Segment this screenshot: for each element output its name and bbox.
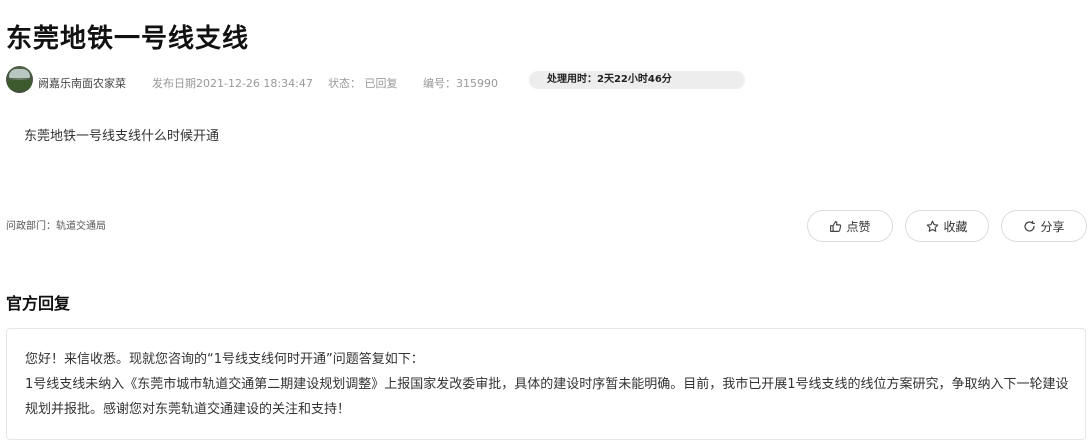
reply-greeting: 您好！来信收悉。现就您咨询的“1号线支线何时开通”问题答复如下： bbox=[25, 352, 424, 367]
share-icon bbox=[1024, 220, 1036, 232]
star-icon bbox=[927, 220, 939, 232]
favorite-button[interactable]: 收藏 bbox=[905, 210, 989, 242]
reply-body: 1号线支线未纳入《东莞市城市轨道交通第二期建设规划调整》上报国家发改委审批，具体… bbox=[25, 377, 1069, 417]
page-title: 东莞地铁一号线支线 bbox=[6, 24, 250, 54]
author-name[interactable]: 阙嘉乐南面农家菜 bbox=[38, 75, 126, 91]
avatar[interactable] bbox=[6, 66, 33, 93]
favorite-label: 收藏 bbox=[943, 219, 968, 234]
post-number: 编号：315990 bbox=[423, 77, 498, 90]
share-button[interactable]: 分享 bbox=[1001, 210, 1087, 242]
action-bar: 点赞 收藏 分享 bbox=[807, 210, 1087, 242]
post-meta: 阙嘉乐南面农家菜 发布日期2021-12-26 18:34:47 状态： 已回复… bbox=[6, 66, 766, 94]
like-button[interactable]: 点赞 bbox=[807, 210, 893, 242]
department-label: 问政部门：轨道交通局 bbox=[6, 221, 106, 232]
official-reply-heading: 官方回复 bbox=[6, 294, 71, 313]
status-text: 状态： 已回复 bbox=[328, 77, 398, 90]
thumbs-up-icon bbox=[830, 220, 842, 232]
share-label: 分享 bbox=[1040, 219, 1065, 234]
like-label: 点赞 bbox=[846, 219, 871, 234]
publish-date: 发布日期2021-12-26 18:34:47 bbox=[152, 77, 313, 90]
official-reply-box: 您好！来信收悉。现就您咨询的“1号线支线何时开通”问题答复如下： 1号线支线未纳… bbox=[6, 328, 1086, 440]
question-text: 东莞地铁一号线支线什么时候开通 bbox=[24, 129, 220, 144]
processing-time-badge: 处理用时：2天22小时46分 bbox=[529, 71, 745, 89]
